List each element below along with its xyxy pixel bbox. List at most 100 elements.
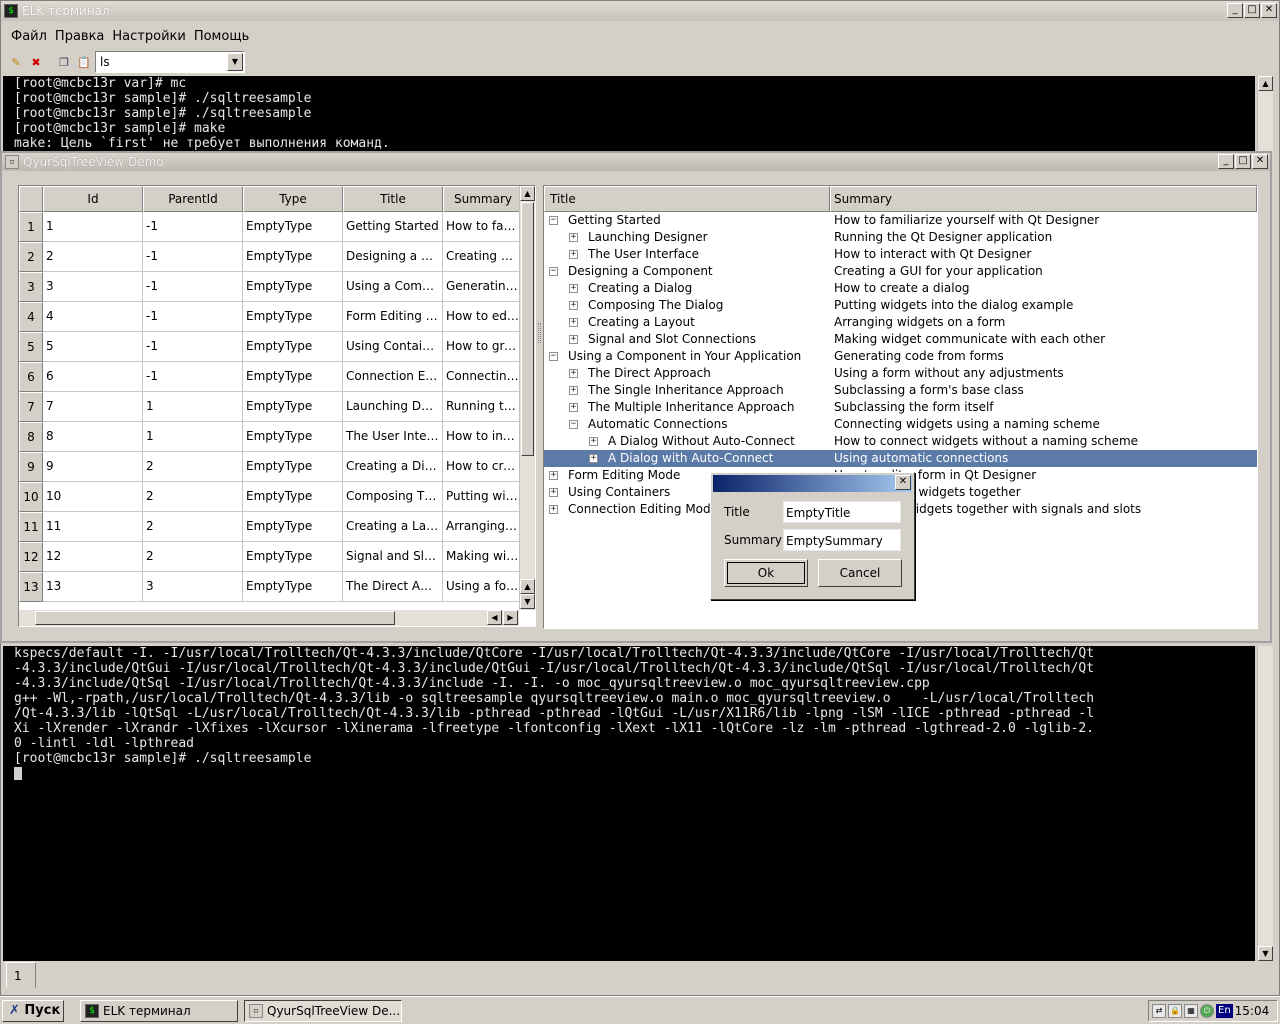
cell-parentid[interactable]: 2 [143, 542, 243, 572]
cell-id[interactable]: 13 [43, 572, 143, 602]
expand-icon[interactable]: + [569, 335, 578, 344]
elk-title-bar[interactable]: $ ELK терминал _ □ ✕ [1, 1, 1279, 21]
row-header[interactable]: 3 [19, 272, 43, 302]
scroll-thumb[interactable] [35, 611, 395, 625]
tree-item[interactable]: + A Dialog with Auto-Connect Using automat… [544, 450, 1257, 467]
column-header-type[interactable]: Type [243, 186, 343, 212]
column-header-title[interactable]: Title [343, 186, 443, 212]
tree-column-title[interactable]: Title [544, 186, 830, 212]
table-row[interactable]: 6 6 -1 EmptyType Connection E… Connecting w [19, 362, 523, 392]
row-header[interactable]: 11 [19, 512, 43, 542]
cell-title[interactable]: Composing Th… [343, 482, 443, 512]
collapse-icon[interactable]: − [549, 352, 558, 361]
table-row[interactable]: 12 12 2 EmptyType Signal and Slo… Making widg… [19, 542, 523, 572]
ok-button[interactable]: Ok [724, 559, 808, 587]
cell-title[interactable]: The User Interf… [343, 422, 443, 452]
scroll-up-button[interactable]: ▲ [520, 579, 535, 594]
expand-icon[interactable]: + [569, 369, 578, 378]
cell-summary[interactable]: How to create [443, 452, 523, 482]
cell-type[interactable]: EmptyType [243, 212, 343, 242]
tree-item[interactable]: + A Dialog Without Auto-Connect How to con… [544, 433, 1257, 450]
command-combo[interactable]: ls ▼ [95, 51, 245, 73]
tree-item[interactable]: − Designing a Component Creating a GUI for… [544, 263, 1257, 280]
cell-title[interactable]: Creating a Dia… [343, 452, 443, 482]
cell-id[interactable]: 4 [43, 302, 143, 332]
cell-parentid[interactable]: 3 [143, 572, 243, 602]
table-horizontal-scrollbar[interactable]: ◀ ▶ [19, 610, 519, 626]
menu-edit[interactable]: Правка [51, 29, 108, 44]
terminal-output-bottom[interactable]: kspecs/default -I. -I/usr/local/Trolltec… [3, 646, 1255, 961]
tree-item[interactable]: + Creating a Layout Arranging widgets on a… [544, 314, 1257, 331]
column-header-parentid[interactable]: ParentId [143, 186, 243, 212]
cell-summary[interactable]: How to intera [443, 422, 523, 452]
language-indicator[interactable]: En [1216, 1004, 1233, 1018]
splitter-handle[interactable] [538, 323, 541, 343]
cell-title[interactable]: Creating a Lay… [343, 512, 443, 542]
cell-summary[interactable]: How to edit a [443, 302, 523, 332]
lock-icon[interactable]: 🔒 [1168, 1004, 1182, 1018]
cell-id[interactable]: 2 [43, 242, 143, 272]
cell-type[interactable]: EmptyType [243, 572, 343, 602]
table-row[interactable]: 13 13 3 EmptyType The Direct Ap… Using a form [19, 572, 523, 602]
row-header[interactable]: 5 [19, 332, 43, 362]
summary-field[interactable]: EmptySummary [783, 529, 901, 551]
cell-summary[interactable]: Generating co [443, 272, 523, 302]
cell-id[interactable]: 8 [43, 422, 143, 452]
table-row[interactable]: 2 2 -1 EmptyType Designing a C… Creating a GU [19, 242, 523, 272]
menu-help[interactable]: Помощь [190, 29, 253, 44]
expand-icon[interactable]: + [569, 233, 578, 242]
cell-summary[interactable]: Arranging wid [443, 512, 523, 542]
table-row[interactable]: 4 4 -1 EmptyType Form Editing … How to edit a [19, 302, 523, 332]
close-button[interactable]: ✕ [1261, 3, 1277, 18]
scroll-up-button[interactable]: ▲ [1258, 76, 1273, 91]
cell-parentid[interactable]: 2 [143, 512, 243, 542]
cell-type[interactable]: EmptyType [243, 272, 343, 302]
tree-item[interactable]: + The Direct Approach Using a form without… [544, 365, 1257, 382]
cell-parentid[interactable]: -1 [143, 272, 243, 302]
cell-id[interactable]: 6 [43, 362, 143, 392]
scroll-up-button[interactable]: ▲ [520, 186, 535, 201]
cell-id[interactable]: 11 [43, 512, 143, 542]
cell-parentid[interactable]: -1 [143, 332, 243, 362]
cell-parentid[interactable]: 1 [143, 392, 243, 422]
table-row[interactable]: 10 10 2 EmptyType Composing Th… Putting widge [19, 482, 523, 512]
cell-title[interactable]: Connection E… [343, 362, 443, 392]
cell-title[interactable]: The Direct Ap… [343, 572, 443, 602]
expand-icon[interactable]: + [549, 505, 558, 514]
tree-item[interactable]: + Creating a Dialog How to create a dialog [544, 280, 1257, 297]
monitor-icon[interactable]: ▦ [1184, 1004, 1198, 1018]
cell-parentid[interactable]: -1 [143, 362, 243, 392]
scroll-down-button[interactable]: ▼ [520, 594, 535, 609]
cell-title[interactable]: Using a Comp… [343, 272, 443, 302]
cell-title[interactable]: Signal and Slo… [343, 542, 443, 572]
column-header-id[interactable]: Id [43, 186, 143, 212]
cell-title[interactable]: Form Editing … [343, 302, 443, 332]
expand-icon[interactable]: + [569, 403, 578, 412]
tree-item[interactable]: − Automatic Connections Connecting widgets… [544, 416, 1257, 433]
tree-column-summary[interactable]: Summary [830, 186, 1257, 212]
cell-type[interactable]: EmptyType [243, 392, 343, 422]
expand-icon[interactable]: + [569, 386, 578, 395]
sql-table-view[interactable]: Id ParentId Type Title Summary 1 1 -1 Empty… [18, 185, 536, 627]
cell-id[interactable]: 3 [43, 272, 143, 302]
task-elk-terminal[interactable]: $ ELK терминал [80, 1000, 238, 1022]
menu-settings[interactable]: Настройки [108, 29, 189, 44]
cell-type[interactable]: EmptyType [243, 242, 343, 272]
cell-summary[interactable]: How to familia [443, 212, 523, 242]
collapse-icon[interactable]: − [549, 267, 558, 276]
menu-file[interactable]: Файл [7, 29, 51, 44]
copy-icon[interactable]: ❐ [55, 53, 73, 71]
dialog-title-bar[interactable]: ✕ [713, 475, 912, 492]
column-header-summary[interactable]: Summary [443, 186, 523, 212]
demo-title-bar[interactable]: ▫ QyurSqlTreeView Demo _ □ ✕ [2, 153, 1270, 171]
terminal-scrollbar-top[interactable]: ▲ [1257, 76, 1273, 153]
cell-id[interactable]: 7 [43, 392, 143, 422]
cell-parentid[interactable]: -1 [143, 242, 243, 272]
cell-parentid[interactable]: -1 [143, 212, 243, 242]
collapse-icon[interactable]: − [549, 216, 558, 225]
row-header[interactable]: 7 [19, 392, 43, 422]
expand-icon[interactable]: + [569, 284, 578, 293]
expand-icon[interactable]: + [589, 437, 598, 446]
cell-type[interactable]: EmptyType [243, 302, 343, 332]
cell-id[interactable]: 12 [43, 542, 143, 572]
